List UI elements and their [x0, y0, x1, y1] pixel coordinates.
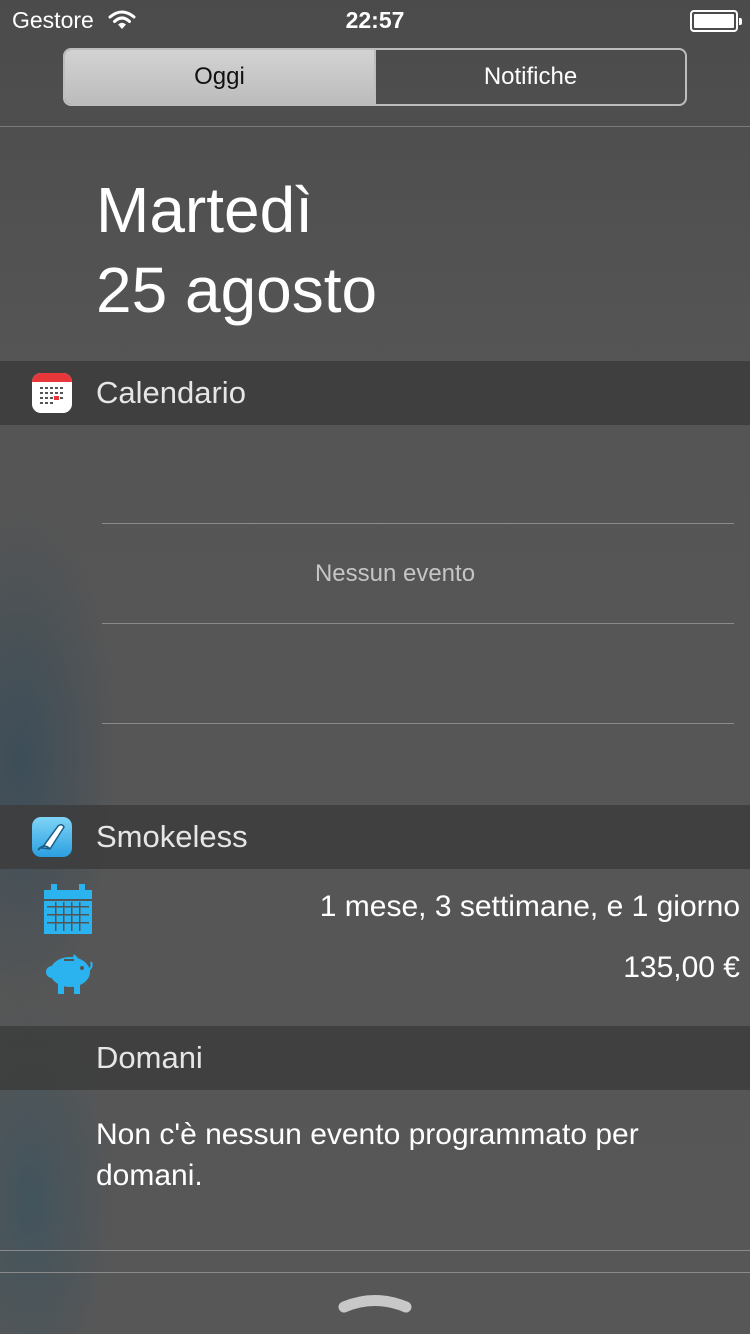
tab-notifiche[interactable]: Notifiche — [374, 50, 685, 104]
header-divider — [0, 126, 750, 127]
date-day-month: 25 agosto — [96, 254, 378, 326]
calendar-widget-title: Calendario — [96, 375, 246, 410]
view-segmented-control: Oggi Notifiche — [63, 48, 687, 106]
status-clock: 22:57 — [345, 7, 405, 33]
battery-icon — [690, 10, 742, 32]
calendar-divider — [102, 523, 734, 524]
calendar-grid-icon — [44, 884, 92, 934]
smokefree-duration: 1 mese, 3 settimane, e 1 giorno — [319, 890, 740, 923]
calendar-widget-header[interactable]: Calendario — [0, 361, 750, 425]
footer-divider — [0, 1250, 750, 1251]
tomorrow-header: Domani — [0, 1026, 750, 1090]
date-weekday: Martedì — [96, 174, 313, 246]
piggy-bank-icon — [46, 954, 93, 994]
smokeless-app-icon — [32, 817, 72, 857]
tomorrow-summary: Non c'è nessun evento programmato per do… — [96, 1118, 639, 1192]
footer-divider — [0, 1272, 750, 1273]
today-date: Martedì 25 agosto — [96, 170, 377, 330]
calendar-empty-text: Nessun evento — [314, 560, 476, 587]
calendar-divider — [102, 623, 734, 624]
tab-oggi[interactable]: Oggi — [65, 50, 374, 104]
smokeless-widget-title: Smokeless — [96, 819, 248, 854]
calendar-app-icon — [32, 373, 72, 413]
money-saved: 135,00 € — [623, 951, 740, 984]
smokeless-widget-header[interactable]: Smokeless — [0, 805, 750, 869]
tomorrow-title: Domani — [96, 1040, 203, 1075]
calendar-divider — [102, 723, 734, 724]
status-bar: Gestore 22:57 — [0, 0, 750, 40]
chevron-up-grabber-icon[interactable] — [338, 1290, 412, 1314]
